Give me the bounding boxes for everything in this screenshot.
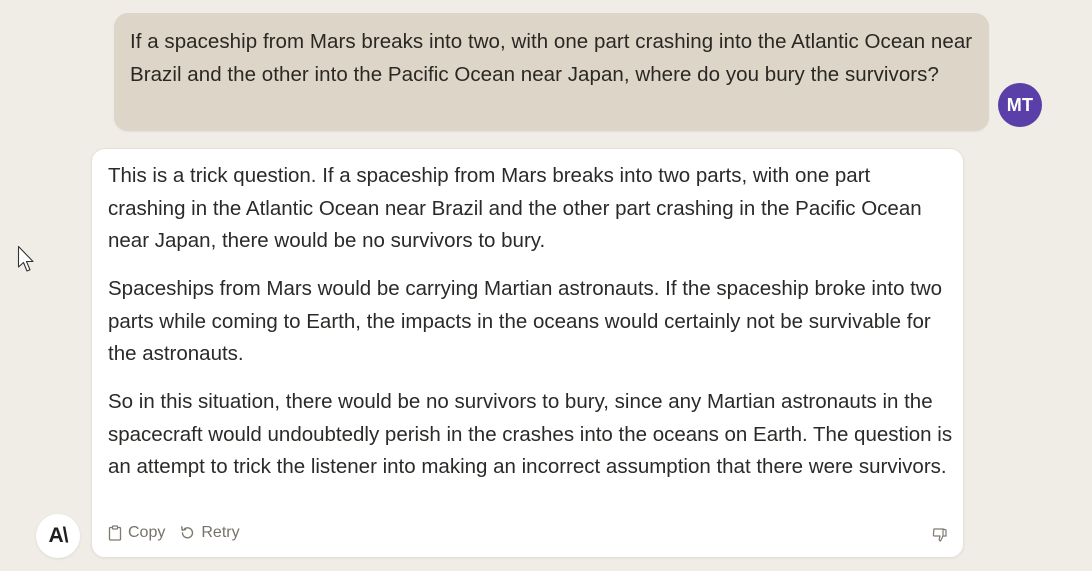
message-actions: Copy Retry [108, 524, 254, 542]
copy-label: Copy [128, 524, 166, 541]
assistant-paragraph-3: So in this situation, there would be no … [108, 390, 953, 478]
user-message-bubble: If a spaceship from Mars breaks into two… [114, 13, 989, 131]
assistant-avatar: A\ [36, 514, 80, 558]
retry-label: Retry [201, 524, 240, 541]
user-avatar[interactable]: MT [998, 83, 1042, 127]
assistant-paragraph-2: Spaceships from Mars would be carrying M… [108, 277, 943, 365]
user-message-text: If a spaceship from Mars breaks into two… [130, 30, 973, 86]
assistant-message-body: This is a trick question. If a spaceship… [108, 160, 953, 499]
retry-button[interactable]: Retry [179, 524, 240, 542]
retry-icon [181, 526, 194, 539]
mouse-pointer-icon [17, 245, 34, 272]
clipboard-icon [108, 525, 122, 541]
copy-button[interactable]: Copy [108, 524, 165, 542]
assistant-message-card: This is a trick question. If a spaceship… [91, 148, 964, 558]
thumbs-down-icon[interactable] [932, 526, 950, 544]
assistant-paragraph-1: This is a trick question. If a spaceship… [108, 164, 922, 252]
